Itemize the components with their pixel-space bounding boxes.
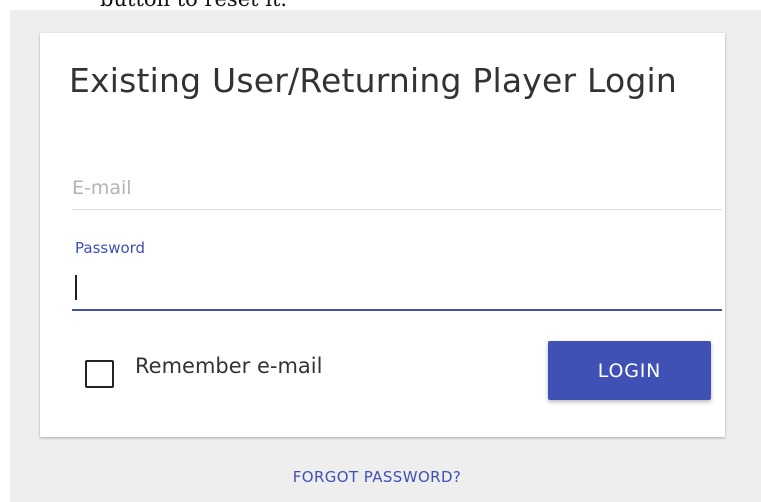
email-input[interactable] (72, 177, 722, 199)
login-button[interactable]: LOGIN (548, 341, 711, 400)
password-field[interactable] (72, 269, 722, 311)
forgot-password-link[interactable]: FORGOT PASSWORD? (252, 468, 502, 486)
login-card: Existing User/Returning Player Login Pas… (40, 33, 725, 437)
email-field[interactable] (72, 173, 722, 210)
login-title: Existing User/Returning Player Login (69, 61, 677, 100)
password-label: Password (75, 239, 146, 257)
background-text: button to reset it. (100, 0, 287, 10)
remember-email-label[interactable]: Remember e-mail (135, 354, 322, 378)
text-cursor (75, 275, 77, 300)
remember-email-checkbox[interactable] (85, 360, 114, 388)
background-text-strip: button to reset it. (0, 0, 761, 10)
